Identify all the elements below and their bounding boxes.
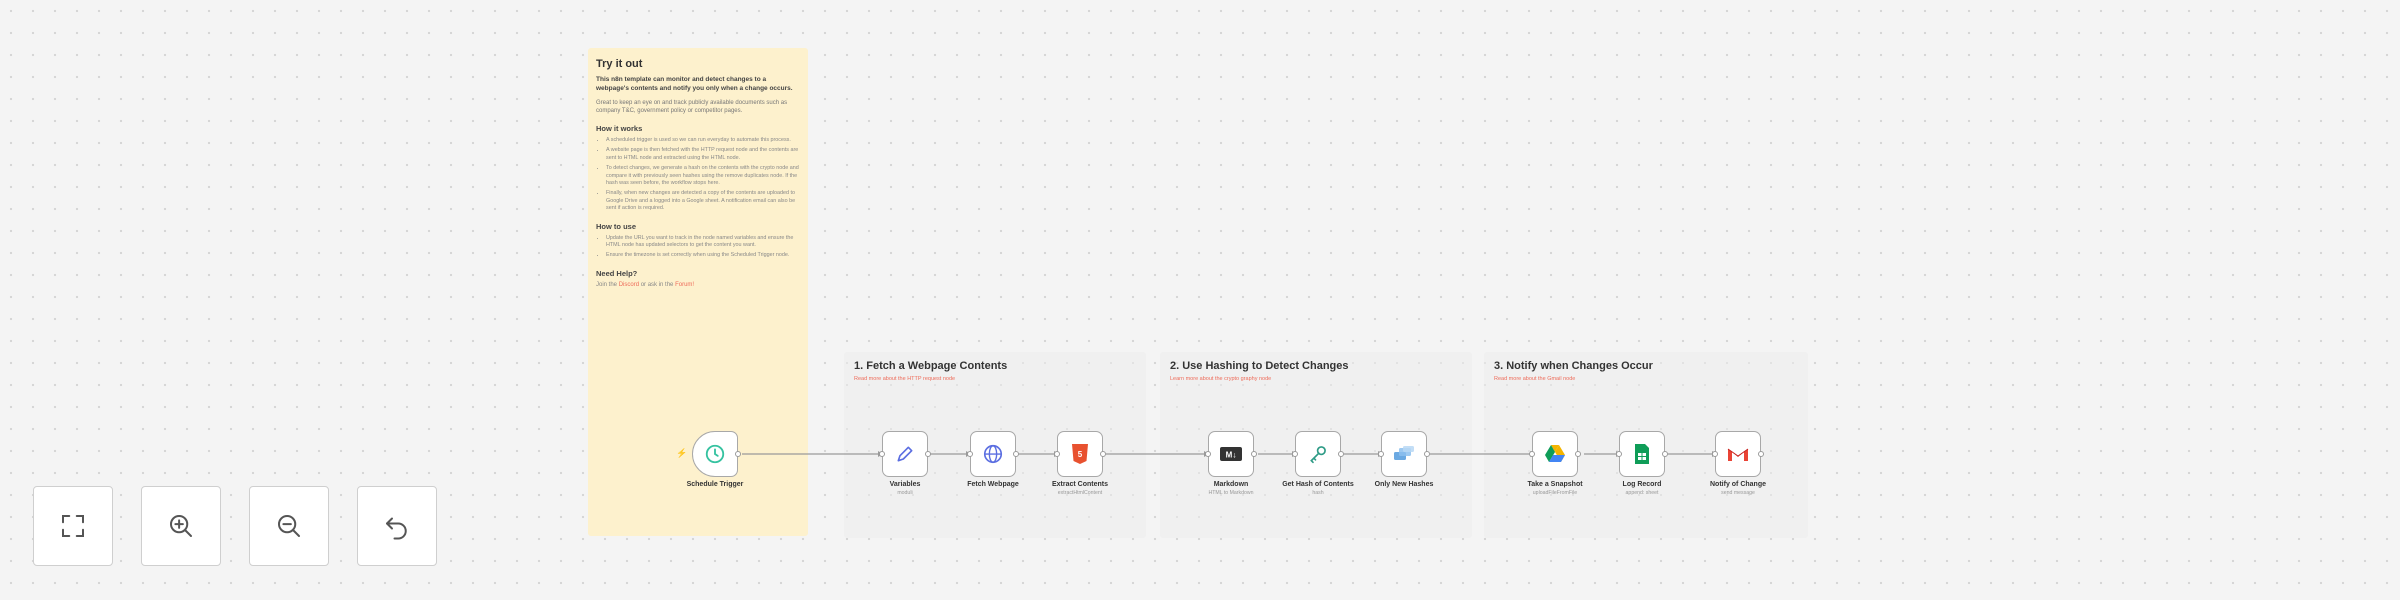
gmail-icon [1727,447,1749,461]
node-sublabel: moduli [897,490,913,496]
dedupe-icon [1394,446,1414,460]
node-only-new-hashes[interactable]: Only New Hashes [1361,431,1447,488]
node-log-record[interactable]: Log Record append: sheet [1599,431,1685,496]
node-box[interactable] [882,431,928,477]
node-sublabel: uploadFileFromFile [1532,490,1578,496]
zoom-out-button[interactable] [249,486,329,566]
node-label: Take a Snapshot [1527,481,1583,488]
clock-icon [705,444,725,464]
google-drive-icon [1545,445,1565,462]
node-variables[interactable]: Variables moduli [862,431,948,496]
node-sublabel: append: sheet [1625,490,1659,496]
node-extract-contents[interactable]: 5 Extract Contents extractHtmlContent [1037,431,1123,496]
undo-icon [386,517,407,540]
fit-view-button[interactable] [33,486,113,566]
node-sublabel: HTML to Markdown [1208,490,1254,496]
node-label: Log Record [1622,481,1662,488]
svg-text:5: 5 [1078,450,1083,459]
node-sublabel: extractHtmlContent [1057,490,1103,496]
node-label: Variables [889,481,921,488]
node-get-hash[interactable]: Get Hash of Contents hash [1275,431,1361,496]
node-schedule-trigger[interactable]: Schedule Trigger [672,431,758,488]
node-label: Only New Hashes [1374,481,1434,488]
node-box[interactable] [1295,431,1341,477]
node-take-snapshot[interactable]: Take a Snapshot uploadFileFromFile [1512,431,1598,496]
globe-icon [983,444,1003,464]
google-sheets-icon [1635,444,1649,464]
node-label: Notify of Change [1710,481,1766,488]
node-notify-of-change[interactable]: Notify of Change send message [1695,431,1781,496]
node-box[interactable] [1715,431,1761,477]
node-sublabel: hash [1312,490,1324,496]
undo-button[interactable] [357,486,437,566]
workflow-canvas[interactable]: Try it out This n8n template can monitor… [0,0,2400,600]
key-icon [1310,446,1326,464]
node-sublabel: send message [1721,490,1755,496]
node-markdown[interactable]: M↓ Markdown HTML to Markdown [1188,431,1274,496]
node-box[interactable] [1532,431,1578,477]
node-label: Schedule Trigger [686,481,744,488]
node-box[interactable] [970,431,1016,477]
node-box[interactable]: M↓ [1208,431,1254,477]
node-label: Fetch Webpage [967,481,1019,488]
html-icon: 5 [1072,444,1088,464]
node-box[interactable] [1381,431,1427,477]
node-label: Markdown [1213,481,1249,488]
zoom-in-icon [170,515,192,537]
zoom-in-button[interactable] [141,486,221,566]
node-label: Get Hash of Contents [1282,481,1354,488]
node-box[interactable] [692,431,738,477]
node-box[interactable]: 5 [1057,431,1103,477]
svg-text:M↓: M↓ [1226,451,1237,460]
node-fetch-webpage[interactable]: Fetch Webpage [950,431,1036,488]
node-label: Extract Contents [1051,481,1108,488]
node-box[interactable] [1619,431,1665,477]
pencil-icon [897,446,913,462]
fullscreen-icon [62,515,84,537]
markdown-icon: M↓ [1220,447,1242,461]
zoom-out-icon [278,515,300,537]
